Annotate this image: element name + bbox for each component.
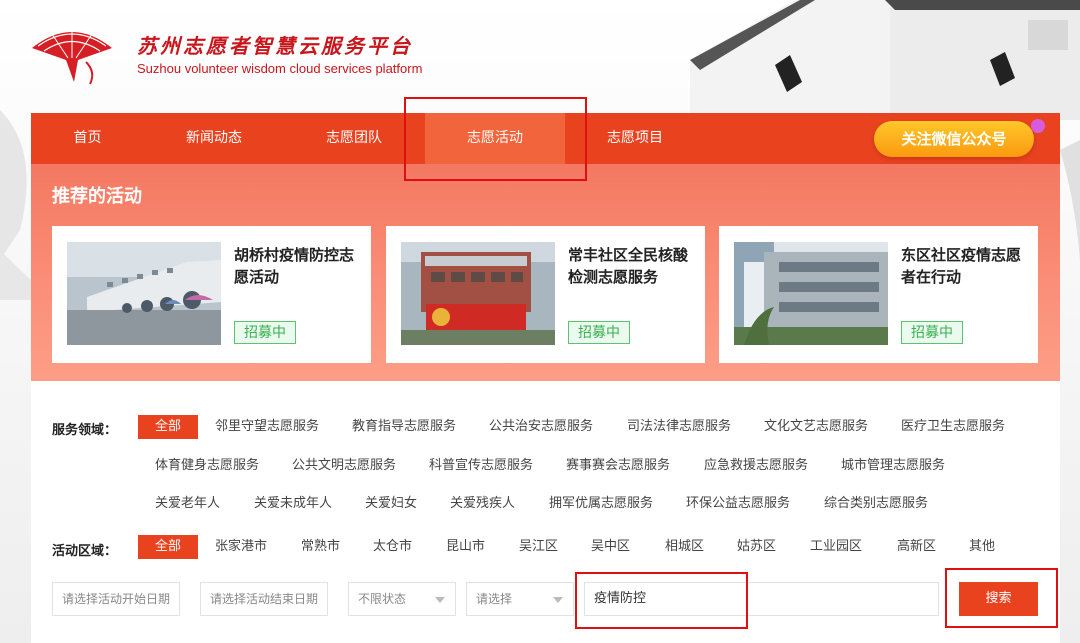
end-date-input[interactable]: 请选择活动结束日期	[200, 582, 328, 616]
search-button[interactable]: 搜索	[959, 582, 1038, 616]
fan-logo-icon	[32, 28, 112, 85]
service-filter-option[interactable]: 公共治安志愿服务	[489, 415, 593, 439]
service-filter-option[interactable]: 关爱残疾人	[450, 492, 515, 516]
activity-title[interactable]: 东区社区疫情志愿者在行动	[901, 244, 1021, 288]
type-select[interactable]: 请选择	[466, 582, 574, 616]
status-select[interactable]: 不限状态	[348, 582, 456, 616]
nav-news[interactable]: 新闻动态	[144, 113, 284, 164]
service-filter-option[interactable]: 拥军优属志愿服务	[549, 492, 653, 516]
status-badge: 招募中	[234, 321, 296, 344]
area-filter-option[interactable]: 工业园区	[810, 535, 862, 559]
keyword-input[interactable]: 疫情防控	[584, 582, 939, 616]
follow-wechat-button[interactable]: 关注微信公众号	[874, 121, 1034, 157]
service-filter-option[interactable]: 关爱妇女	[365, 492, 417, 516]
service-filter-option[interactable]: 医疗卫生志愿服务	[901, 415, 1005, 439]
area-filter-option[interactable]: 高新区	[897, 535, 936, 559]
service-filter-option[interactable]: 科普宣传志愿服务	[429, 454, 533, 478]
service-filter-option[interactable]: 环保公益志愿服务	[686, 492, 790, 516]
type-select-value: 请选择	[476, 592, 513, 606]
main-nav: 首页 新闻动态 志愿团队 志愿活动 志愿项目 关注微信公众号	[31, 113, 1060, 164]
activity-area-label: 活动区域：	[52, 544, 118, 559]
service-filter-option[interactable]: 应急救援志愿服务	[704, 454, 808, 478]
chevron-down-icon	[435, 597, 445, 603]
service-filter-option[interactable]: 文化文艺志愿服务	[764, 415, 868, 439]
recommended-title: 推荐的活动	[52, 186, 142, 207]
activity-photo	[67, 242, 221, 345]
activity-photo	[401, 242, 555, 345]
area-filter-option[interactable]: 吴中区	[591, 535, 630, 559]
activity-card[interactable]: 常丰社区全民核酸检测志愿服务 招募中	[386, 226, 705, 363]
service-filter-option[interactable]: 赛事赛会志愿服务	[566, 454, 670, 478]
site-title-en: Suzhou volunteer wisdom cloud services p…	[137, 61, 423, 76]
activity-title[interactable]: 胡桥村疫情防控志愿活动	[234, 244, 354, 288]
area-filter-option[interactable]: 其他	[969, 535, 995, 559]
activity-title[interactable]: 常丰社区全民核酸检测志愿服务	[568, 244, 688, 288]
area-filter-option[interactable]: 相城区	[665, 535, 704, 559]
area-filter-option[interactable]: 昆山市	[446, 535, 485, 559]
service-filter-option[interactable]: 邻里守望志愿服务	[215, 415, 319, 439]
site-title-cn: 苏州志愿者智慧云服务平台	[137, 34, 413, 58]
service-filter-option[interactable]: 综合类别志愿服务	[824, 492, 928, 516]
start-date-input[interactable]: 请选择活动开始日期	[52, 582, 180, 616]
nav-activities[interactable]: 志愿活动	[425, 113, 565, 164]
filter-panel: 服务领域： 全部 邻里守望志愿服务 教育指导志愿服务 公共治安志愿服务 司法法律…	[31, 381, 1060, 643]
area-filter-option[interactable]: 吴江区	[519, 535, 558, 559]
service-filter-option[interactable]: 关爱老年人	[155, 492, 220, 516]
nav-teams[interactable]: 志愿团队	[284, 113, 424, 164]
site-header: 苏州志愿者智慧云服务平台 Suzhou volunteer wisdom clo…	[0, 0, 1080, 113]
recommended-section: 推荐的活动 胡桥村疫情防控志愿活动 招募中 常丰社区全民核酸检测志愿服务 招募中	[31, 164, 1060, 381]
nav-projects[interactable]: 志愿项目	[565, 113, 705, 164]
nav-home[interactable]: 首页	[31, 113, 144, 164]
status-badge: 招募中	[901, 321, 963, 344]
service-filter-option[interactable]: 城市管理志愿服务	[841, 454, 945, 478]
activity-card[interactable]: 胡桥村疫情防控志愿活动 招募中	[52, 226, 371, 363]
area-filter-option[interactable]: 常熟市	[301, 535, 340, 559]
service-filter-all[interactable]: 全部	[138, 415, 198, 439]
area-filter-option[interactable]: 姑苏区	[737, 535, 776, 559]
service-filter-option[interactable]: 司法法律志愿服务	[627, 415, 731, 439]
activity-photo	[734, 242, 888, 345]
service-filter-option[interactable]: 公共文明志愿服务	[292, 454, 396, 478]
service-filter-option[interactable]: 关爱未成年人	[254, 492, 332, 516]
chevron-down-icon	[553, 597, 563, 603]
service-filter-option[interactable]: 教育指导志愿服务	[352, 415, 456, 439]
area-filter-all[interactable]: 全部	[138, 535, 198, 559]
area-filter-option[interactable]: 张家港市	[215, 535, 267, 559]
status-select-value: 不限状态	[358, 592, 407, 606]
area-filter-option[interactable]: 太仓市	[373, 535, 412, 559]
service-filter-option[interactable]: 体育健身志愿服务	[155, 454, 259, 478]
activity-card[interactable]: 东区社区疫情志愿者在行动 招募中	[719, 226, 1038, 363]
decor-dot-icon	[1031, 119, 1045, 133]
status-badge: 招募中	[568, 321, 630, 344]
service-area-label: 服务领域：	[52, 423, 118, 438]
